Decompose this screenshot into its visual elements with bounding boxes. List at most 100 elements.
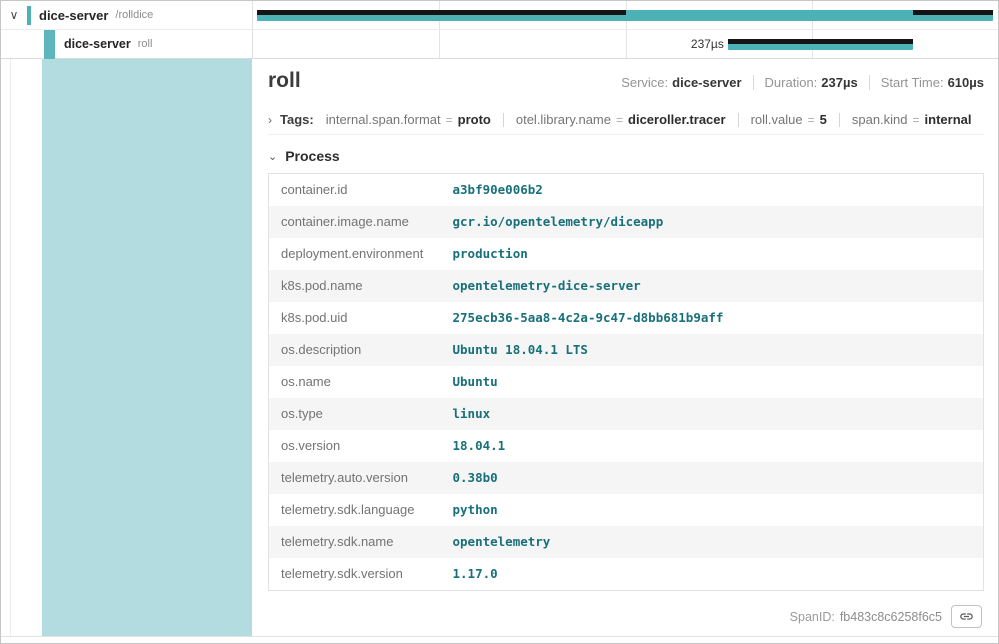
- process-table: container.id a3bf90e006b2 container.imag…: [268, 173, 984, 591]
- trace-detail-view: ∨ dice-server /rolldice dice-server roll…: [0, 0, 999, 644]
- process-value: opentelemetry-dice-server: [441, 270, 984, 302]
- span-detail-row: roll Service: dice-server Duration: 237µ…: [1, 59, 998, 636]
- process-key: container.id: [269, 174, 441, 207]
- process-row: k8s.pod.uid 275ecb36-5aa8-4c2a-9c47-d8bb…: [269, 302, 984, 334]
- service-name: dice-server: [39, 8, 108, 23]
- divider: [503, 113, 504, 127]
- process-key: k8s.pod.name: [269, 270, 441, 302]
- process-value: linux: [441, 398, 984, 430]
- service-color-bar: [27, 6, 31, 25]
- operation-name: /rolldice: [115, 9, 153, 21]
- span-row-rolldice[interactable]: ∨ dice-server /rolldice: [1, 1, 998, 30]
- span-name-cell[interactable]: dice-server roll: [1, 30, 253, 59]
- process-label: Process: [285, 148, 339, 164]
- bottom-strip: [1, 636, 998, 643]
- service-value: dice-server: [672, 75, 741, 90]
- operation-name: roll: [138, 38, 153, 50]
- process-value: 275ecb36-5aa8-4c2a-9c47-d8bb681b9aff: [441, 302, 984, 334]
- process-accordion[interactable]: ⌄ Process: [268, 148, 984, 164]
- tag-key: roll.value: [751, 112, 803, 127]
- left-gutter: [1, 59, 11, 636]
- spanid-label: SpanID:: [790, 610, 835, 624]
- critical-path-segment: [257, 10, 627, 15]
- collapse-children-icon[interactable]: ∨: [1, 8, 27, 22]
- duration-value: 237µs: [821, 75, 857, 90]
- tag-value: 5: [820, 112, 827, 127]
- process-key: deployment.environment: [269, 238, 441, 270]
- detail-footer: SpanID: fb483c8c6258f6c5: [268, 596, 984, 636]
- process-value: 1.17.0: [441, 558, 984, 591]
- equals-sign: =: [913, 113, 920, 127]
- tag-key: internal.span.format: [326, 112, 441, 127]
- process-key: telemetry.sdk.name: [269, 526, 441, 558]
- critical-path-segment: [728, 39, 913, 44]
- process-key: os.type: [269, 398, 441, 430]
- span-row-roll[interactable]: dice-server roll 237µs: [1, 30, 998, 59]
- span-title: roll: [268, 69, 301, 93]
- process-key: container.image.name: [269, 206, 441, 238]
- process-key: k8s.pod.uid: [269, 302, 441, 334]
- critical-path-segment: [913, 10, 993, 15]
- process-value: opentelemetry: [441, 526, 984, 558]
- start-time-label: Start Time:: [881, 75, 944, 90]
- equals-sign: =: [446, 113, 453, 127]
- process-value: a3bf90e006b2: [441, 174, 984, 207]
- process-row: os.name Ubuntu: [269, 366, 984, 398]
- chevron-down-icon: ⌄: [268, 150, 277, 163]
- tag-key: span.kind: [852, 112, 908, 127]
- tag-summary-item: internal.span.format = proto: [326, 112, 491, 127]
- equals-sign: =: [808, 113, 815, 127]
- span-meta: Service: dice-server Duration: 237µs Sta…: [621, 75, 984, 90]
- span-detail-panel: roll Service: dice-server Duration: 237µ…: [252, 59, 998, 636]
- process-key: os.name: [269, 366, 441, 398]
- process-row: container.id a3bf90e006b2: [269, 174, 984, 207]
- span-timeline-cell[interactable]: [253, 1, 998, 30]
- tag-value: internal: [925, 112, 972, 127]
- tags-label: Tags:: [280, 112, 314, 127]
- process-row: telemetry.auto.version 0.38b0: [269, 462, 984, 494]
- equals-sign: =: [616, 113, 623, 127]
- span-duration-label: 237µs: [253, 37, 724, 51]
- tag-value: proto: [458, 112, 491, 127]
- divider: [753, 75, 754, 90]
- process-row: telemetry.sdk.language python: [269, 494, 984, 526]
- process-value: python: [441, 494, 984, 526]
- tag-key: otel.library.name: [516, 112, 611, 127]
- chevron-right-icon: ›: [268, 113, 272, 127]
- divider: [738, 113, 739, 127]
- process-value: gcr.io/opentelemetry/diceapp: [441, 206, 984, 238]
- process-value: Ubuntu: [441, 366, 984, 398]
- process-value: 0.38b0: [441, 462, 984, 494]
- link-icon: [959, 609, 974, 624]
- divider: [839, 113, 840, 127]
- process-key: telemetry.sdk.language: [269, 494, 441, 526]
- process-row: os.type linux: [269, 398, 984, 430]
- selected-span-highlight: [42, 59, 252, 636]
- spanid-value: fb483c8c6258f6c5: [840, 610, 942, 624]
- service-name: dice-server: [64, 37, 131, 51]
- process-row: os.description Ubuntu 18.04.1 LTS: [269, 334, 984, 366]
- service-color-bar: [43, 30, 55, 59]
- tag-summary-item: span.kind = internal: [852, 112, 972, 127]
- tags-accordion[interactable]: › Tags: internal.span.format = proto ote…: [268, 105, 984, 135]
- process-value: 18.04.1: [441, 430, 984, 462]
- process-row: telemetry.sdk.name opentelemetry: [269, 526, 984, 558]
- process-key: telemetry.sdk.version: [269, 558, 441, 591]
- process-value: Ubuntu 18.04.1 LTS: [441, 334, 984, 366]
- start-time-value: 610µs: [948, 75, 984, 90]
- span-name-cell[interactable]: ∨ dice-server /rolldice: [1, 1, 253, 30]
- process-row: k8s.pod.name opentelemetry-dice-server: [269, 270, 984, 302]
- process-row: os.version 18.04.1: [269, 430, 984, 462]
- process-row: deployment.environment production: [269, 238, 984, 270]
- deep-link-button[interactable]: [951, 605, 982, 628]
- tag-summary-item: roll.value = 5: [751, 112, 827, 127]
- span-timeline-cell[interactable]: 237µs: [253, 30, 998, 59]
- service-label: Service:: [621, 75, 668, 90]
- divider: [869, 75, 870, 90]
- process-key: os.description: [269, 334, 441, 366]
- process-row: telemetry.sdk.version 1.17.0: [269, 558, 984, 591]
- tag-summary-item: otel.library.name = diceroller.tracer: [516, 112, 726, 127]
- process-key: telemetry.auto.version: [269, 462, 441, 494]
- duration-label: Duration:: [765, 75, 818, 90]
- indent-gutter: [11, 59, 42, 636]
